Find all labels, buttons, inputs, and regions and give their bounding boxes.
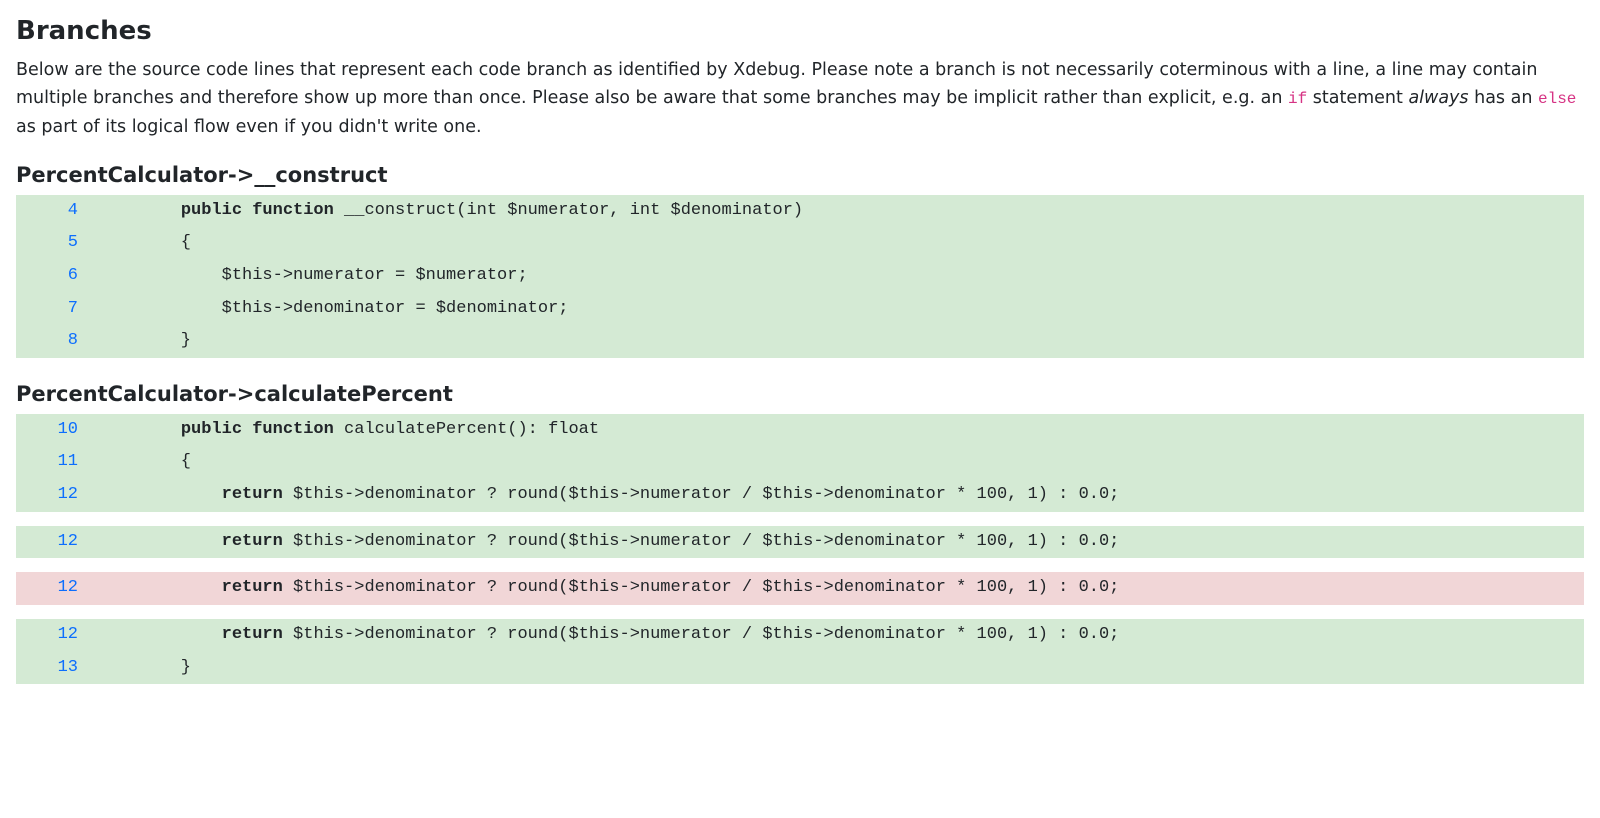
line-number: 6 xyxy=(16,260,136,293)
code-block: 10 public function calculatePercent(): f… xyxy=(16,414,1584,684)
source-line: $this->numerator = $numerator; xyxy=(136,260,1584,293)
intro-text-3: has an xyxy=(1469,88,1538,108)
source-line: { xyxy=(136,227,1584,260)
line-number: 12 xyxy=(16,526,136,559)
source-line: public function calculatePercent(): floa… xyxy=(136,414,1584,447)
keyword-else: else xyxy=(1538,90,1576,108)
code-line: 6 $this->numerator = $numerator; xyxy=(16,260,1584,293)
code-block: 4 public function __construct(int $numer… xyxy=(16,195,1584,358)
code-line: 11 { xyxy=(16,446,1584,479)
code-line: 4 public function __construct(int $numer… xyxy=(16,195,1584,228)
intro-paragraph: Below are the source code lines that rep… xyxy=(16,56,1584,141)
code-line: 13 } xyxy=(16,652,1584,685)
code-line: 10 public function calculatePercent(): f… xyxy=(16,414,1584,447)
line-number: 12 xyxy=(16,479,136,512)
line-number: 12 xyxy=(16,572,136,605)
source-line: return $this->denominator ? round($this-… xyxy=(136,526,1584,559)
source-line: return $this->denominator ? round($this-… xyxy=(136,479,1584,512)
group-spacer xyxy=(16,512,1584,526)
line-number: 13 xyxy=(16,652,136,685)
source-line: } xyxy=(136,652,1584,685)
source-line: $this->denominator = $denominator; xyxy=(136,293,1584,326)
source-line: public function __construct(int $numerat… xyxy=(136,195,1584,228)
emphasis-always: always xyxy=(1408,88,1468,108)
source-line: return $this->denominator ? round($this-… xyxy=(136,619,1584,652)
line-number: 5 xyxy=(16,227,136,260)
line-number: 4 xyxy=(16,195,136,228)
line-number: 12 xyxy=(16,619,136,652)
group-spacer xyxy=(16,558,1584,572)
group-spacer xyxy=(16,605,1584,619)
code-line: 12 return $this->denominator ? round($th… xyxy=(16,479,1584,512)
source-line: { xyxy=(136,446,1584,479)
source-line: } xyxy=(136,325,1584,358)
code-line: 5 { xyxy=(16,227,1584,260)
code-line: 12 return $this->denominator ? round($th… xyxy=(16,619,1584,652)
methods-container: PercentCalculator->__construct 4 public f… xyxy=(16,163,1584,685)
code-line: 8 } xyxy=(16,325,1584,358)
code-line: 7 $this->denominator = $denominator; xyxy=(16,293,1584,326)
method-title: PercentCalculator->__construct xyxy=(16,163,1584,187)
method-title: PercentCalculator->calculatePercent xyxy=(16,382,1584,406)
line-number: 11 xyxy=(16,446,136,479)
intro-text-2: statement xyxy=(1307,88,1408,108)
code-line: 12 return $this->denominator ? round($th… xyxy=(16,572,1584,605)
line-number: 10 xyxy=(16,414,136,447)
line-number: 7 xyxy=(16,293,136,326)
keyword-if: if xyxy=(1288,90,1307,108)
intro-text-4: as part of its logical flow even if you … xyxy=(16,117,482,137)
line-number: 8 xyxy=(16,325,136,358)
source-line: return $this->denominator ? round($this-… xyxy=(136,572,1584,605)
section-heading: Branches xyxy=(16,16,1584,46)
code-line: 12 return $this->denominator ? round($th… xyxy=(16,526,1584,559)
